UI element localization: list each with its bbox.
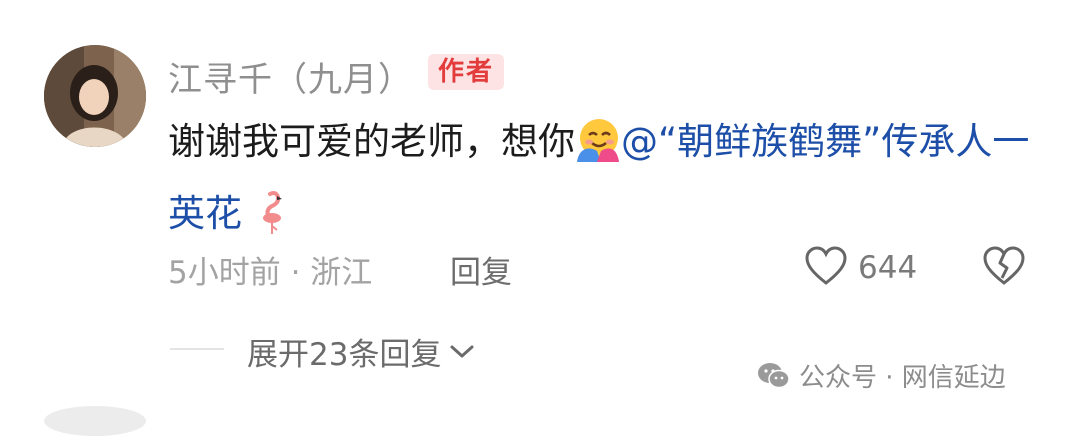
author-badge: 作者 [428, 54, 505, 90]
divider [170, 348, 224, 350]
hugging-face-emoji-icon [575, 118, 621, 182]
expand-replies-label: 展开23条回复 [247, 337, 442, 373]
watermark: 公众号 · 网信延边 [757, 357, 1006, 394]
expand-replies-button[interactable]: 展开23条回复 [247, 329, 475, 374]
comment-text: 谢谢我可爱的老师，想你 @“朝鲜族鹤舞”传承人一 英花 [168, 110, 1048, 254]
like-button[interactable]: 644 [804, 244, 917, 292]
like-count: 644 [858, 250, 918, 286]
user-avatar[interactable] [44, 45, 146, 147]
next-avatar-peek [44, 406, 146, 436]
broken-heart-icon [982, 246, 1026, 290]
chevron-down-icon [449, 343, 475, 361]
heart-icon [804, 246, 848, 290]
username[interactable]: 江寻千（九月） [168, 52, 413, 101]
reply-button[interactable]: 回复 [450, 247, 512, 292]
wechat-icon [757, 361, 791, 391]
watermark-text: 公众号 · 网信延边 [799, 363, 1006, 393]
comment-body: 谢谢我可爱的老师，想你 [168, 120, 575, 163]
time-location: 5小时前 · 浙江 [168, 255, 373, 291]
dislike-button[interactable] [982, 246, 1026, 290]
flamingo-emoji-icon [254, 190, 286, 254]
